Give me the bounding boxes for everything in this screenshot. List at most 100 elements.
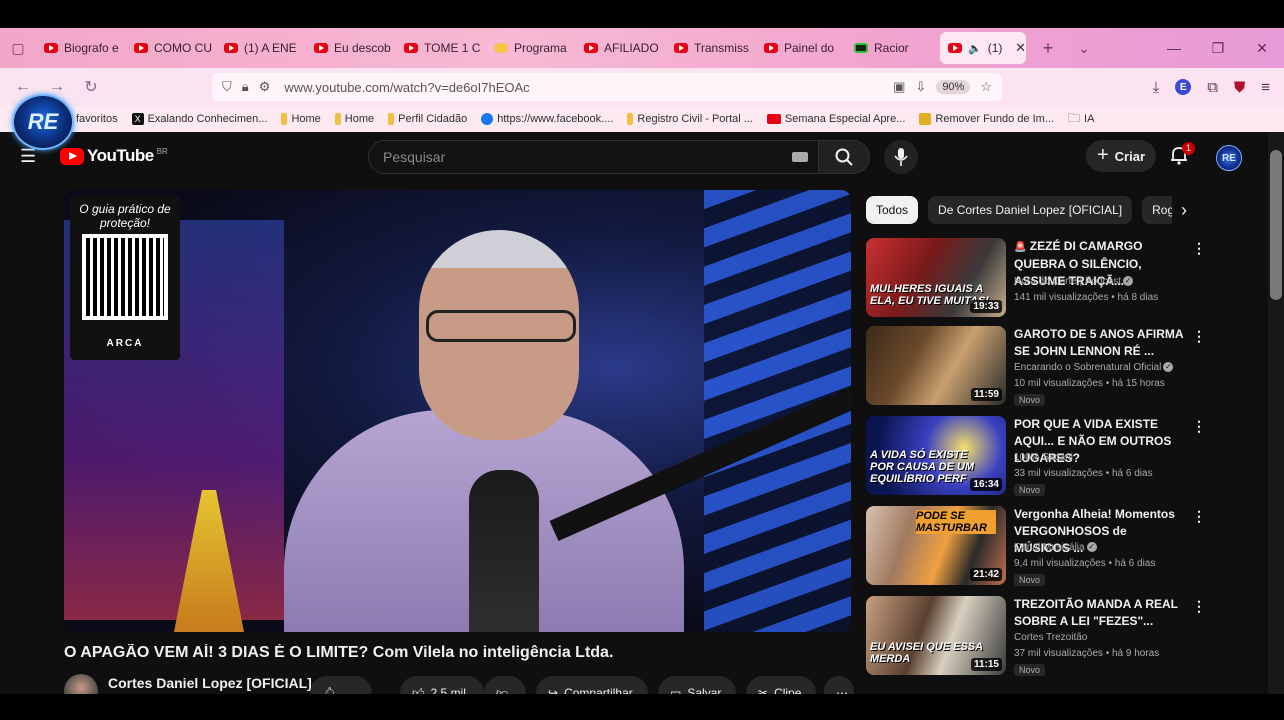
video-thumbnail[interactable]: EU AVISEI QUE ESSA MERDA 11:15 (866, 596, 1006, 675)
hamburger-menu-icon[interactable]: ☰ (20, 146, 36, 167)
close-window-button[interactable]: ✕ (1240, 28, 1284, 68)
channel-name[interactable]: Cortes Daniel Lopez [OFICIAL] (108, 675, 312, 691)
url-text[interactable]: www.youtube.com/watch?v=de6oI7hEOAc (284, 80, 529, 95)
channel-name[interactable]: Hora do Corte | Podcast ✓ (1014, 276, 1186, 287)
account-avatar[interactable]: RE (1216, 145, 1242, 171)
address-bar[interactable]: ⛉ 🔒︎ ⚙︎ www.youtube.com/watch?v=de6oI7hE… (212, 73, 1002, 101)
search-button[interactable] (818, 140, 870, 174)
download-page-icon[interactable]: ⇩ (915, 79, 926, 95)
channel-name[interactable]: Cortes Trezoitão (1014, 632, 1186, 643)
image-icon[interactable]: ▣ (893, 79, 905, 95)
tab-list-chevron-icon[interactable]: ⌄ (1066, 28, 1102, 68)
tab-overview-icon[interactable]: ▢ (0, 28, 36, 68)
more-options-icon[interactable]: ⋮ (1192, 508, 1206, 525)
browser-tab[interactable]: Transmiss (666, 28, 756, 68)
qr-code-icon (82, 234, 168, 320)
browser-tab[interactable]: Biografo e (36, 28, 126, 68)
bookmark-folder[interactable]: 🗀 IA (1068, 109, 1094, 130)
browser-tab[interactable]: Eu descob (306, 28, 396, 68)
browser-tab[interactable]: Painel do (756, 28, 846, 68)
bookmark[interactable]: Semana Especial Apre... (766, 113, 905, 125)
more-actions-button[interactable]: ⋯ (824, 676, 854, 694)
video-thumbnail[interactable]: A VIDA SÓ EXISTE POR CAUSA DE UM EQUILÍB… (866, 416, 1006, 495)
zoom-level[interactable]: 90% (936, 80, 971, 94)
page-scrollbar[interactable] (1268, 132, 1284, 694)
youtube-logo[interactable]: YouTube BR (60, 146, 168, 166)
bookmark-label: favoritos (76, 113, 118, 125)
video-thumbnail[interactable]: PODE SE MASTURBAR 21:42 (866, 506, 1006, 585)
voice-search-button[interactable] (884, 140, 918, 174)
browser-tab[interactable]: Racior (846, 28, 936, 68)
clip-button[interactable]: ✂ Clipe (746, 676, 816, 694)
avatar-text: RE (1222, 152, 1236, 164)
bookmark[interactable]: X Exalando Conhecimen... (131, 113, 267, 125)
keyboard-icon[interactable] (792, 152, 808, 162)
tab-label: Painel do (784, 41, 835, 55)
bookmark[interactable]: Registro Civil - Portal ... (627, 113, 753, 125)
shield-extension-icon[interactable]: ⛊ (1234, 79, 1245, 96)
channel-name[interactable]: Canal Musicália ✓ (1014, 542, 1186, 553)
scissors-icon: ✂ (758, 686, 769, 694)
more-options-icon[interactable]: ⋮ (1192, 328, 1206, 345)
browser-tab[interactable]: COMO CU (126, 28, 216, 68)
video-thumbnail[interactable]: MULHERES IGUAIS A ELA, EU TIVE MUITAS! 1… (866, 238, 1006, 317)
channel-avatar[interactable] (64, 674, 98, 694)
recommended-video[interactable]: EU AVISEI QUE ESSA MERDA 11:15 TREZOITÃO… (866, 596, 1206, 676)
x-logo-icon: X (131, 113, 144, 125)
channel-name[interactable]: 100% Sacani (1014, 452, 1186, 463)
screen: ▢ Biografo e COMO CU (1) A ENE Eu descob… (0, 0, 1284, 720)
profile-icon[interactable]: E (1175, 79, 1192, 95)
recommended-video[interactable]: MULHERES IGUAIS A ELA, EU TIVE MUITAS! 1… (866, 238, 1206, 318)
bookmark[interactable]: https://www.facebook.... (481, 113, 613, 125)
minimize-button[interactable]: — (1152, 28, 1196, 68)
speaker-icon[interactable]: 🔈 (968, 42, 982, 55)
like-button[interactable]: 👍︎ 2,5 mil (400, 676, 484, 694)
channel-name[interactable]: Encarando o Sobrenatural Oficial ✓ (1014, 362, 1186, 373)
recommended-video[interactable]: PODE SE MASTURBAR 21:42 Vergonha Alheia!… (866, 506, 1206, 586)
scrollbar-thumb[interactable] (1270, 150, 1282, 300)
more-options-icon[interactable]: ⋮ (1192, 418, 1206, 435)
recommended-video[interactable]: A VIDA SÓ EXISTE POR CAUSA DE UM EQUILÍB… (866, 416, 1206, 496)
chevron-right-icon[interactable]: › (1172, 196, 1196, 224)
bookmark[interactable]: Remover Fundo de Im... (919, 113, 1054, 125)
bookmark-star-icon[interactable]: ☆ (980, 79, 992, 95)
bookmark[interactable]: favoritos (76, 113, 118, 125)
video-thumbnail[interactable]: 11:59 (866, 326, 1006, 405)
video-meta: 37 mil visualizações • há 9 horas (1014, 648, 1160, 659)
notifications-button[interactable]: 1 (1168, 142, 1196, 170)
downloads-icon[interactable]: ⤓ (1153, 79, 1160, 96)
bookmark[interactable]: Home (281, 113, 321, 125)
lock-icon[interactable]: 🔒︎ (242, 79, 249, 95)
browser-tab-active[interactable]: 🔈 (1) C ✕ (940, 32, 1026, 64)
save-label: Salvar (687, 686, 722, 694)
more-options-icon[interactable]: ⋮ (1192, 598, 1206, 615)
new-tab-button[interactable]: + (1030, 28, 1066, 68)
bookmark-icon (627, 113, 634, 125)
reload-button[interactable]: ↻ (74, 68, 108, 106)
extensions-icon[interactable]: ⧉ (1207, 79, 1218, 96)
shield-icon[interactable]: ⛉ (222, 79, 232, 95)
share-button[interactable]: ↪ Compartilhar (536, 676, 648, 694)
chip-channel[interactable]: De Cortes Daniel Lopez [OFICIAL] (928, 196, 1133, 224)
bookmark[interactable]: Perfil Cidadão (388, 113, 467, 125)
recommended-video[interactable]: 11:59 GAROTO DE 5 ANOS AFIRMA SE JOHN LE… (866, 326, 1206, 406)
close-tab-icon[interactable]: ✕ (1015, 40, 1026, 56)
site-settings-icon[interactable]: ⚙︎ (259, 79, 271, 95)
browser-tab[interactable]: AFILIADO (576, 28, 666, 68)
menu-icon[interactable]: ≡ (1261, 79, 1270, 96)
browser-tab[interactable]: (1) A ENE (216, 28, 306, 68)
restore-button[interactable]: ❐ (1196, 28, 1240, 68)
verified-icon: ✓ (1123, 276, 1134, 287)
search-input[interactable]: Pesquisar (368, 140, 818, 174)
browser-tab[interactable]: TOME 1 C (396, 28, 486, 68)
video-duration: 11:59 (970, 388, 1002, 401)
dislike-button[interactable]: 👎︎ (484, 676, 526, 694)
more-options-icon[interactable]: ⋮ (1192, 240, 1206, 257)
chip-all[interactable]: Todos (866, 196, 919, 224)
bookmark[interactable]: Home (334, 113, 374, 125)
video-player[interactable]: O guia prático de proteção! ARCA (64, 190, 851, 632)
save-button[interactable]: ▭ Salvar (658, 676, 736, 694)
create-button[interactable]: + Criar (1086, 140, 1156, 172)
subscribe-bell-button[interactable]: 🔔︎ ⌄ (310, 676, 372, 694)
browser-tab[interactable]: Programa (486, 28, 576, 68)
